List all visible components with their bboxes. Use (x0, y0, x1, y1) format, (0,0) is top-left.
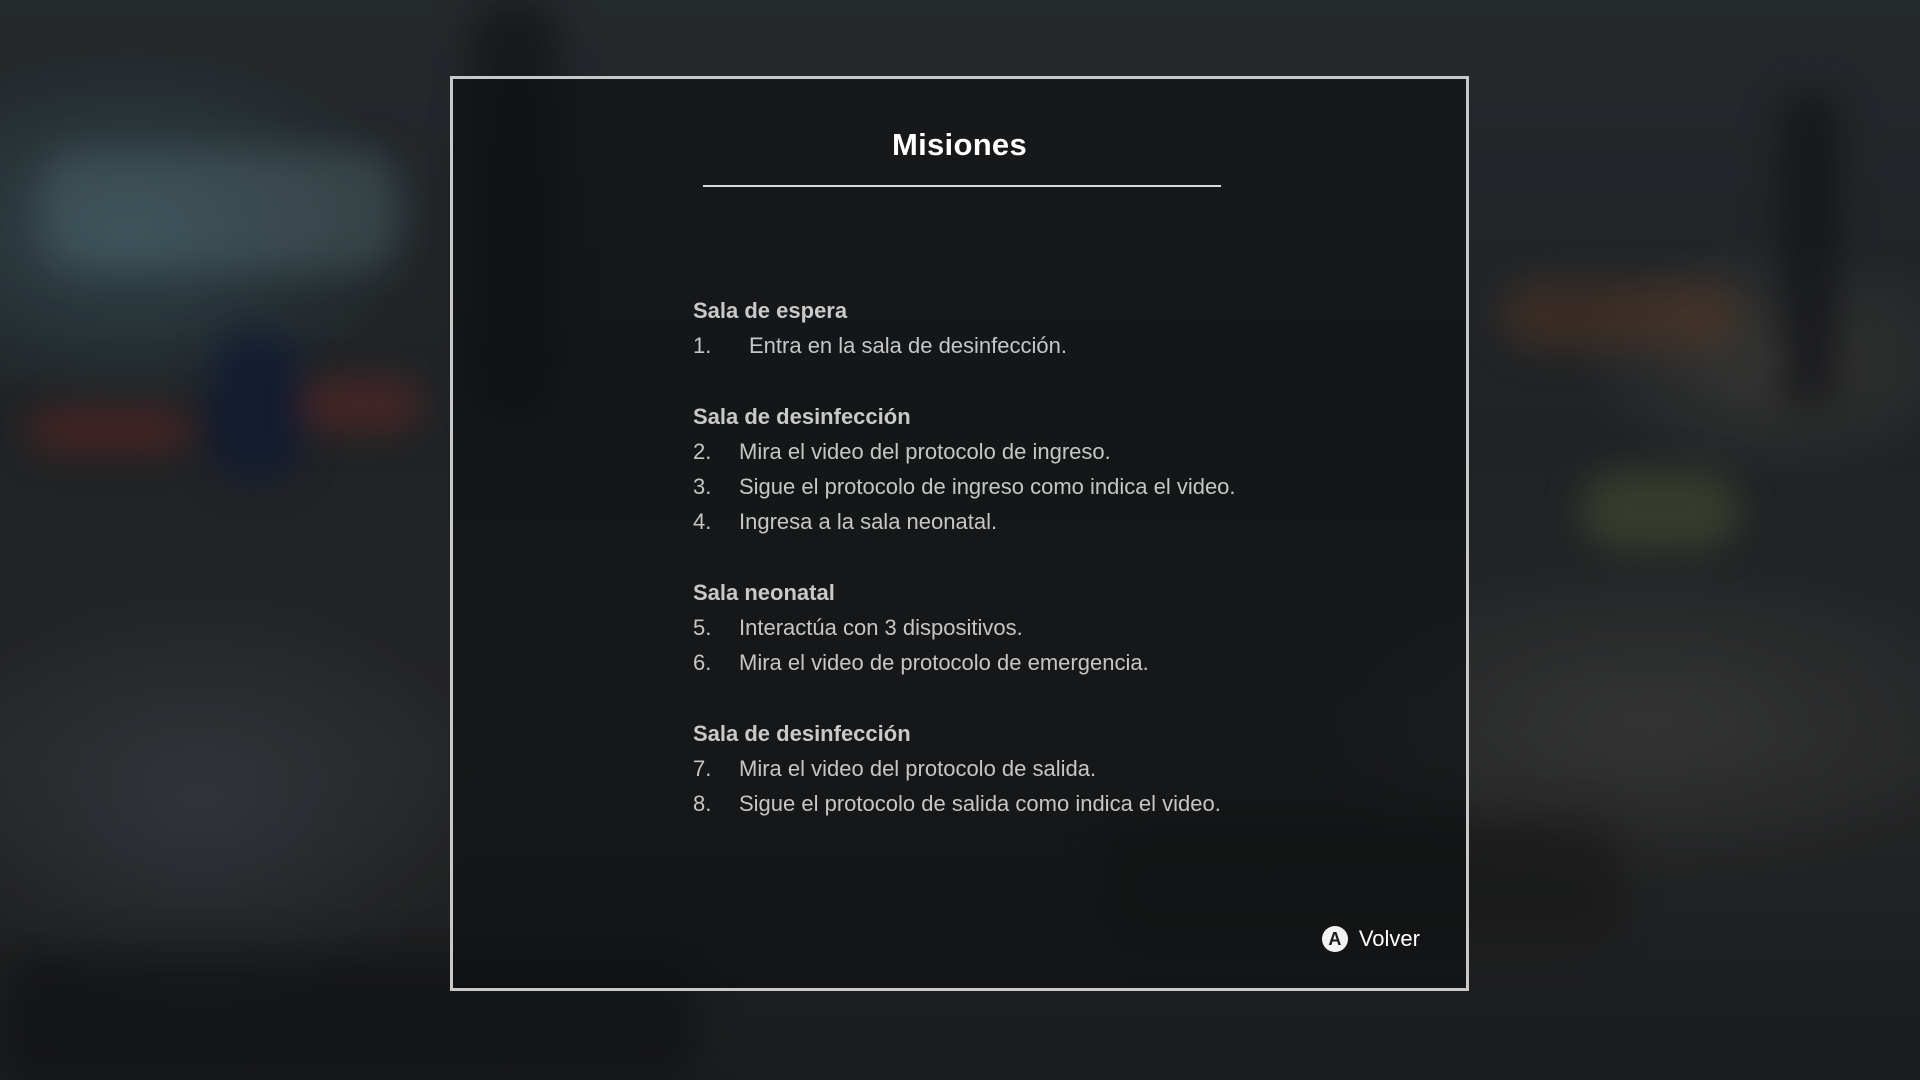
mission-text: Sigue el protocolo de salida como indica… (739, 791, 1221, 816)
section-heading: Sala de desinfección (693, 721, 911, 746)
section-waiting-room: Sala de espera 1. Entra en la sala de de… (693, 293, 1393, 363)
mission-item: 4. Ingresa a la sala neonatal. (693, 504, 1393, 539)
mission-item: 5. Interactúa con 3 dispositivos. (693, 610, 1393, 645)
title-divider (703, 185, 1221, 187)
section-heading: Sala neonatal (693, 580, 835, 605)
mission-text: Ingresa a la sala neonatal. (739, 509, 998, 534)
mission-number: 6. (693, 650, 712, 675)
section-disinfection-room-entry: Sala de desinfección 2. Mira el video de… (693, 399, 1393, 539)
mission-text: Mira el video de protocolo de emergencia… (739, 650, 1149, 675)
missions-panel: Misiones Sala de espera 1. Entra en la s… (450, 76, 1469, 991)
mission-text: Mira el video del protocolo de salida. (739, 756, 1097, 781)
section-heading: Sala de espera (693, 298, 848, 323)
mission-item: 3. Sigue el protocolo de ingreso como in… (693, 469, 1393, 504)
mission-number: 4. (693, 509, 712, 534)
back-button-label: Volver (1358, 926, 1420, 951)
mission-number: 5. (693, 615, 712, 640)
mission-number: 7. (693, 756, 712, 781)
section-neonatal-room: Sala neonatal 5. Interactúa con 3 dispos… (693, 575, 1393, 680)
mission-number: 2. (693, 439, 712, 464)
mission-item: 6. Mira el video de protocolo de emergen… (693, 645, 1393, 680)
mission-text: Sigue el protocolo de ingreso como indic… (739, 474, 1236, 499)
mission-number: 8. (693, 791, 712, 816)
back-button[interactable]: A Volver (1321, 926, 1420, 952)
mission-text: Interactúa con 3 dispositivos. (739, 615, 1023, 640)
mission-text: Entra en la sala de desinfección. (749, 333, 1067, 358)
mission-item: 8. Sigue el protocolo de salida como ind… (693, 786, 1393, 821)
section-heading: Sala de desinfección (693, 404, 911, 429)
mission-number: 1. (693, 333, 712, 358)
mission-item: 7. Mira el video del protocolo de salida… (693, 751, 1393, 786)
mission-text: Mira el video del protocolo de ingreso. (739, 439, 1111, 464)
a-button-icon: A (1321, 926, 1348, 952)
mission-number: 3. (693, 474, 712, 499)
mission-item: 1. Entra en la sala de desinfección. (693, 328, 1393, 363)
panel-title: Misiones (891, 127, 1028, 162)
mission-item: 2. Mira el video del protocolo de ingres… (693, 434, 1393, 469)
missions-list: Sala de espera 1. Entra en la sala de de… (693, 293, 1393, 857)
section-disinfection-room-exit: Sala de desinfección 7. Mira el video de… (693, 716, 1393, 821)
